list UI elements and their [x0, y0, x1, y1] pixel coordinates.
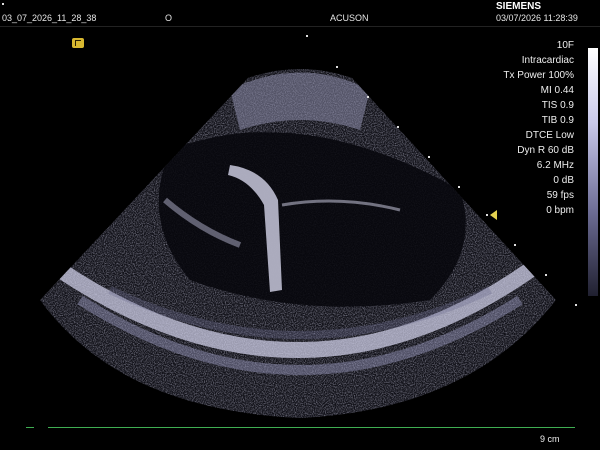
patient-id: 03_07_2026_11_28_38	[2, 13, 97, 23]
ecg-trace-line	[48, 427, 575, 428]
dyn-range-label: Dyn R 60 dB	[517, 145, 574, 156]
timestamp: 03/07/2026 11:28:39	[496, 13, 578, 23]
grayscale-bar	[588, 48, 598, 296]
top-bar: 03_07_2026_11_28_38 O ACUSON SIEMENS 03/…	[0, 0, 600, 26]
header-divider	[0, 26, 600, 27]
transducer-label: 10F	[556, 40, 574, 51]
corner-dot-icon	[2, 3, 4, 5]
frame-rate-label: 59 fps	[546, 190, 574, 201]
tx-power-label: Tx Power 100%	[503, 70, 574, 81]
focus-triangle-icon[interactable]	[490, 210, 497, 220]
heart-rate-label: 0 bpm	[546, 205, 574, 216]
mi-label: MI 0.44	[540, 85, 574, 96]
brand-sub-label: ACUSON	[330, 13, 369, 23]
tib-label: TIB 0.9	[541, 115, 574, 126]
gain-label: 0 dB	[553, 175, 574, 186]
frequency-label: 6.2 MHz	[536, 160, 574, 171]
tis-label: TIS 0.9	[541, 100, 574, 111]
scale-start-tick	[26, 427, 34, 428]
dtce-label: DTCE Low	[525, 130, 574, 141]
preset-label: Intracardiac	[521, 55, 574, 66]
brand-logo: SIEMENS	[496, 1, 542, 12]
depth-label: 9 cm	[540, 434, 560, 444]
orientation-marker-icon	[72, 38, 84, 48]
center-mark: O	[165, 13, 173, 23]
